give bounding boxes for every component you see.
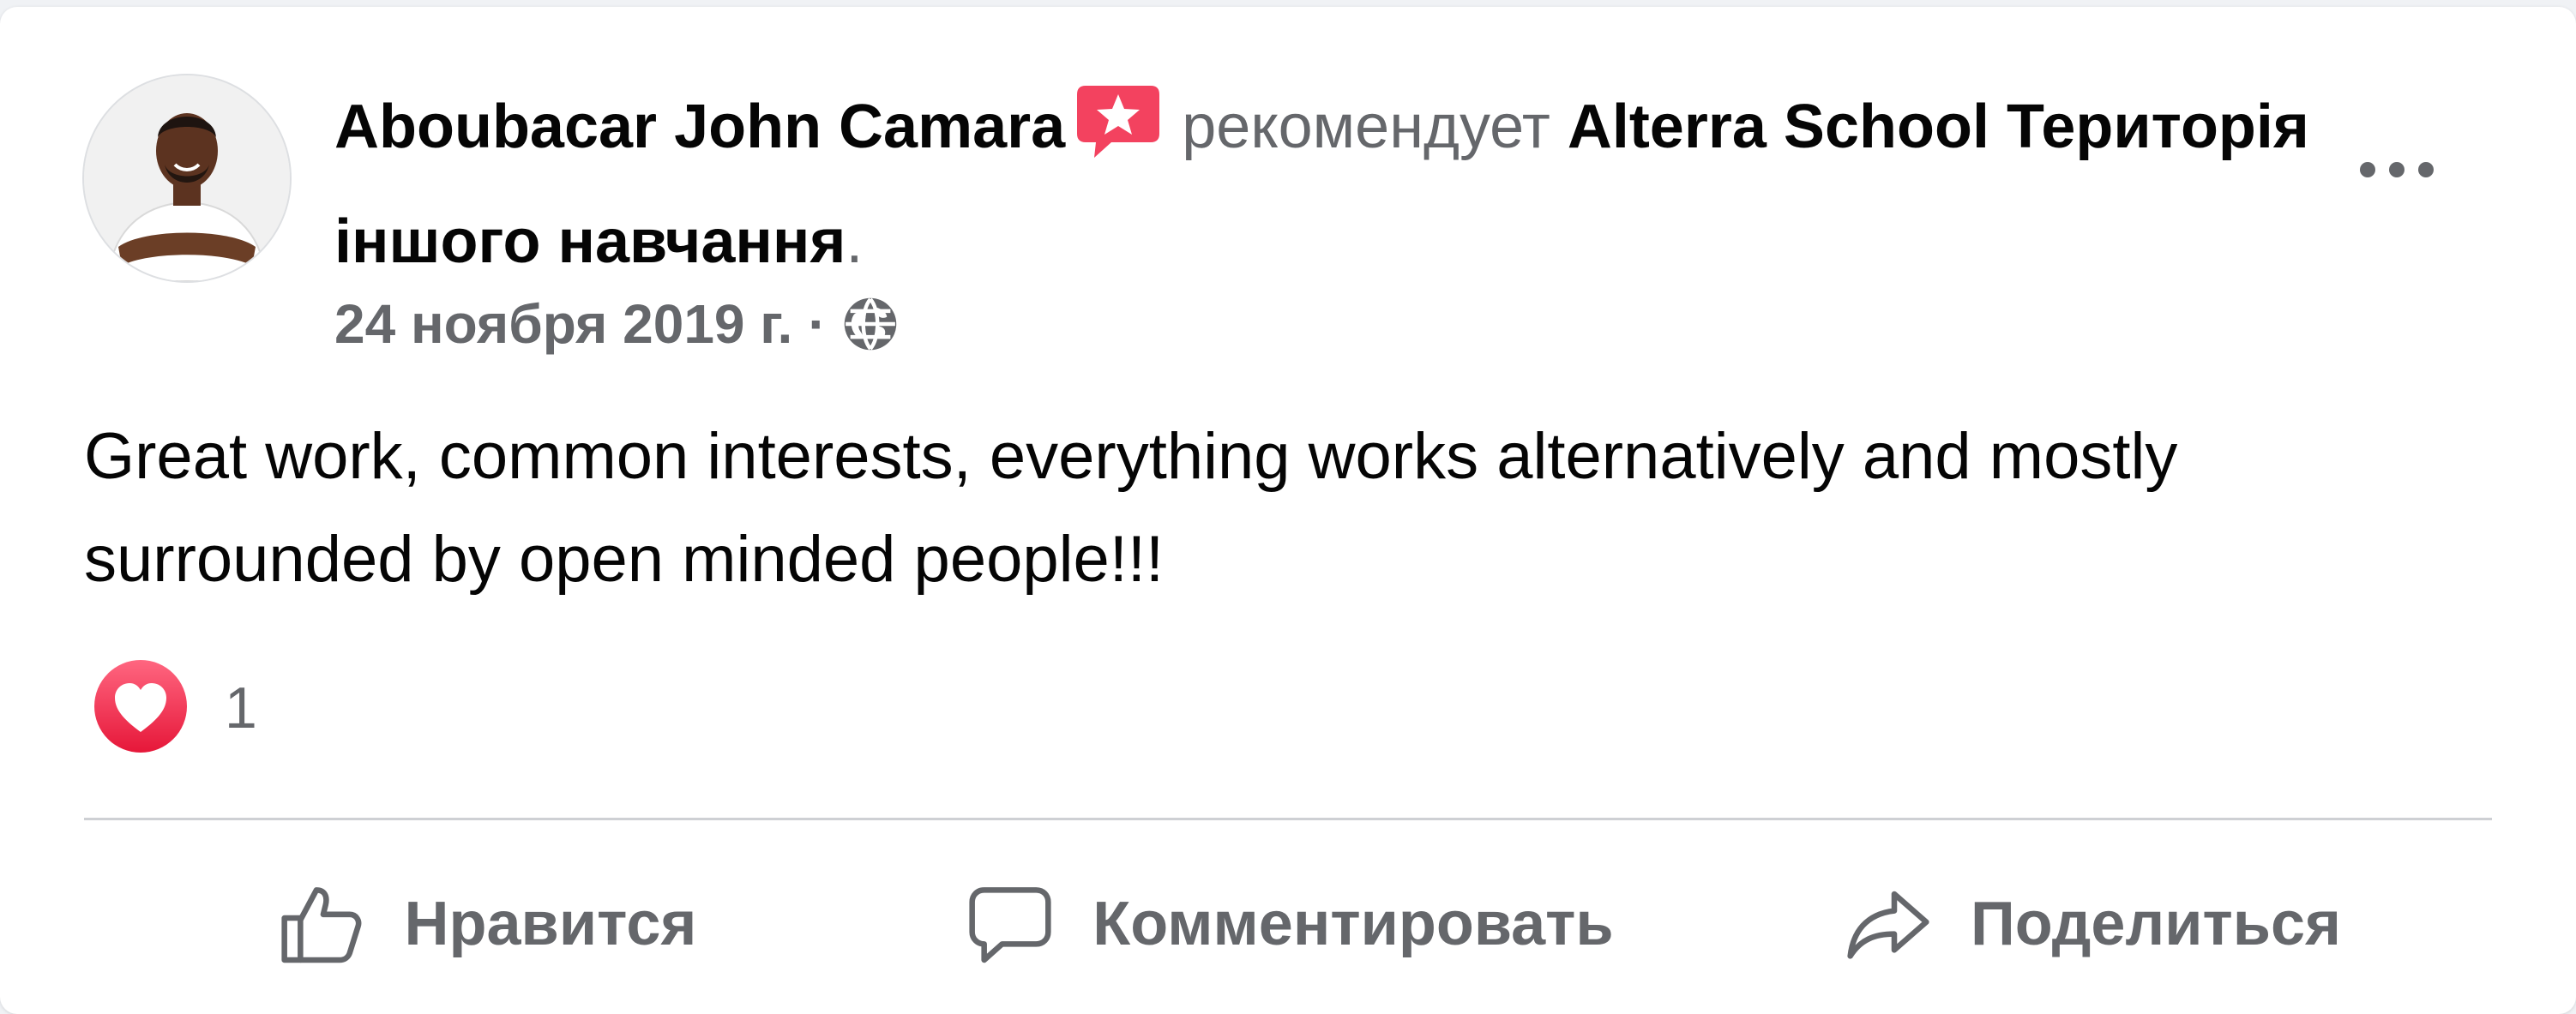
recommend-star-icon: [1077, 86, 1160, 190]
reaction-count: 1: [225, 675, 257, 741]
reactions-summary[interactable]: 1: [93, 658, 257, 759]
comment-bubble-icon: [969, 887, 1051, 963]
share-button[interactable]: Поделиться: [1689, 855, 2492, 993]
post-meta: 24 ноября 2019 г. ·: [334, 285, 899, 363]
post-header: Aboubacar John Camara рекомендует Alterra…: [334, 75, 2324, 293]
post-actions-bar: Нравится Комментировать Поделиться: [84, 855, 2492, 993]
like-button[interactable]: Нравится: [84, 855, 887, 993]
author-name[interactable]: Aboubacar John Camara: [334, 93, 1065, 161]
post-date[interactable]: 24 ноября 2019 г.: [334, 292, 792, 356]
comment-button[interactable]: Комментировать: [887, 855, 1689, 993]
thumbs-up-icon: [280, 887, 361, 963]
like-label: Нравится: [404, 890, 697, 958]
end-punctuation: .: [846, 207, 864, 276]
more-options-icon[interactable]: [2350, 140, 2444, 200]
share-arrow-icon: [1847, 891, 1929, 959]
share-label: Поделиться: [1970, 890, 2342, 958]
love-heart-icon: [93, 658, 189, 759]
avatar-photo: [84, 75, 290, 281]
recommendation-post-card: Aboubacar John Camara рекомендует Alterra…: [0, 7, 2576, 1014]
author-avatar[interactable]: [84, 75, 290, 281]
actions-divider: [84, 818, 2492, 820]
meta-separator: ·: [808, 293, 827, 355]
post-body-text: Great work, common interests, everything…: [84, 420, 2178, 596]
recommends-verb: рекомендует: [1182, 93, 1550, 161]
globe-icon: [842, 296, 899, 352]
comment-label: Комментировать: [1092, 890, 1614, 958]
